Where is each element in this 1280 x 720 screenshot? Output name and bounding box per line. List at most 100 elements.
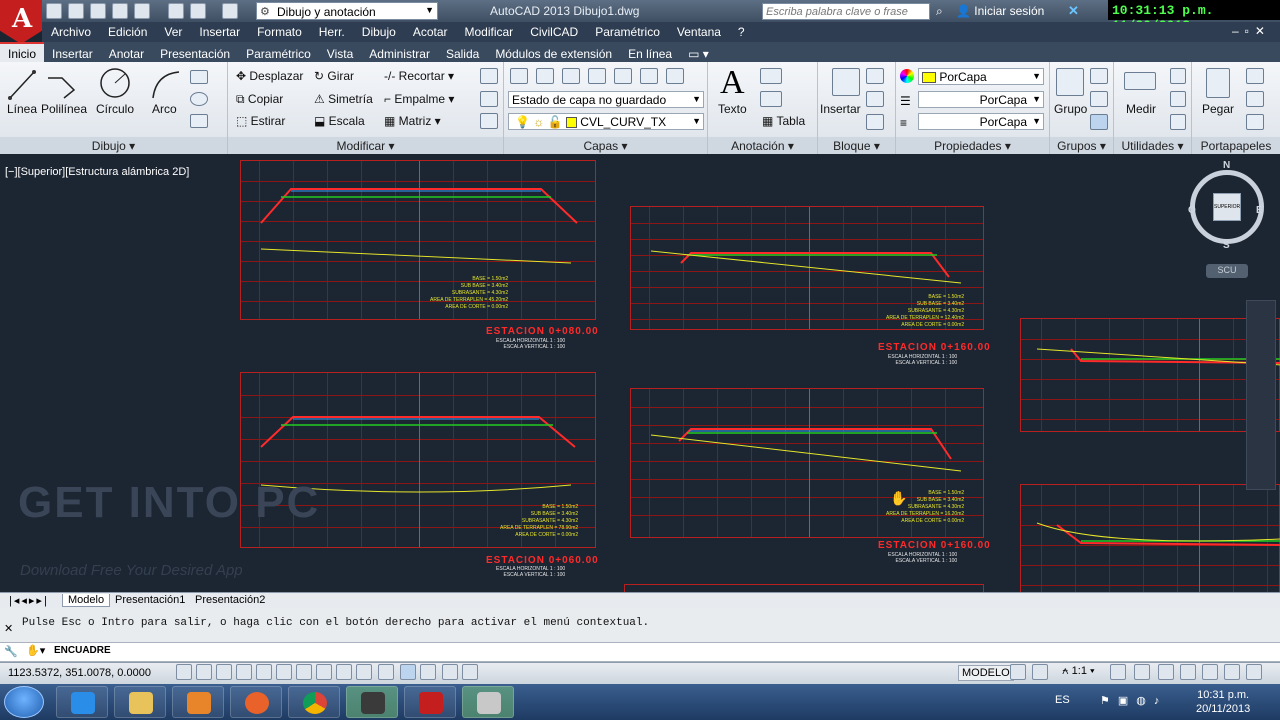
taskbar-clock[interactable]: 10:31 p.m. 20/11/2013 <box>1196 688 1250 716</box>
tab-insertar[interactable]: Insertar <box>44 44 101 64</box>
taskbar-firefox[interactable] <box>230 686 282 718</box>
start-button[interactable] <box>4 686 44 718</box>
infer-constraints-icon[interactable] <box>196 664 212 680</box>
cross-section-grid[interactable] <box>240 160 596 320</box>
wrench-icon[interactable]: 🔧 <box>4 645 18 658</box>
menu-item[interactable]: Paramétrico <box>586 22 668 39</box>
group-label[interactable]: Grupo <box>1054 102 1087 116</box>
annotation-scale[interactable]: ⍲ 1:1 ▾ <box>1062 665 1095 678</box>
ellipse-icon[interactable] <box>190 92 208 106</box>
rotate-button[interactable]: ↻ Girar <box>314 69 354 83</box>
linetype-select[interactable]: PorCapa ▼ <box>918 91 1044 108</box>
layer-iso-icon[interactable] <box>562 68 580 84</box>
erase-icon[interactable] <box>480 68 498 84</box>
circle-icon[interactable] <box>98 66 132 100</box>
undo-icon[interactable] <box>190 3 206 19</box>
tab-modulos[interactable]: Módulos de extensión <box>487 44 620 64</box>
quick-select-icon[interactable] <box>1170 68 1186 84</box>
circle-label[interactable]: Círculo <box>96 102 134 116</box>
edit-block-icon[interactable] <box>866 91 884 107</box>
panel-title-clipboard[interactable]: Portapapeles <box>1192 137 1280 154</box>
annotation-visibility-icon[interactable] <box>1110 664 1126 680</box>
selection-cycling-icon[interactable] <box>442 664 458 680</box>
panel-title-groups[interactable]: Grupos ▾ <box>1050 137 1113 154</box>
viewport-label[interactable]: [−][Superior][Estructura alámbrica 2D] <box>5 166 189 178</box>
tab-modelo[interactable]: Modelo <box>62 594 111 607</box>
panel-title-annotation[interactable]: Anotación ▾ <box>708 137 817 154</box>
layer-off-icon[interactable] <box>588 68 606 84</box>
dynamic-input-icon[interactable] <box>356 664 372 680</box>
tab-anotar[interactable]: Anotar <box>101 44 152 64</box>
menu-item[interactable]: Dibujo <box>353 22 404 39</box>
viewcube-top-face[interactable]: SUPERIOR <box>1213 193 1241 221</box>
signin-button[interactable]: 👤 Iniciar sesión <box>956 4 1044 18</box>
command-line[interactable] <box>0 642 1280 662</box>
save-as-icon[interactable] <box>112 3 128 19</box>
viewcube[interactable]: SUPERIOR <box>1190 170 1264 244</box>
tab-administrar[interactable]: Administrar <box>361 44 438 64</box>
panel-title-block[interactable]: Bloque ▾ <box>818 137 895 154</box>
calculator-icon[interactable] <box>1170 114 1186 130</box>
panel-title-layers[interactable]: Capas ▾ <box>504 137 707 154</box>
close-icon[interactable]: ✕ <box>4 622 13 635</box>
line-label[interactable]: Línea <box>7 102 37 116</box>
model-space-toggle[interactable]: MODELO <box>958 665 1014 681</box>
dynamic-ucs-icon[interactable] <box>336 664 352 680</box>
array-button[interactable]: ▦ Matriz ▾ <box>384 114 441 128</box>
polyline-icon[interactable] <box>46 68 78 100</box>
polyline-label[interactable]: Polilínea <box>41 102 87 116</box>
move-button[interactable]: ✥ Desplazar <box>236 69 303 83</box>
menu-item[interactable]: Ventana <box>668 22 729 39</box>
quick-view-drawings-icon[interactable] <box>1032 664 1048 680</box>
tab-scroll-arrows[interactable]: |◂◂▸▸| <box>4 594 54 607</box>
attribute-icon[interactable] <box>866 114 884 130</box>
search-input[interactable]: Escriba palabra clave o frase <box>762 3 930 20</box>
leader-icon[interactable] <box>760 91 782 107</box>
annotation-monitor-icon[interactable] <box>462 664 478 680</box>
taskbar-explorer[interactable] <box>114 686 166 718</box>
menu-item[interactable]: Herr. <box>310 22 353 39</box>
menu-item[interactable]: Modificar <box>456 22 522 39</box>
line-icon[interactable] <box>8 68 36 100</box>
text-label[interactable]: Texto <box>718 102 747 116</box>
ribbon-toggle-icon[interactable]: ▭ ▾ <box>680 44 717 64</box>
trim-button[interactable]: -/- Recortar ▾ <box>384 69 454 83</box>
workspace-switch-icon[interactable] <box>1158 664 1174 680</box>
command-input[interactable]: ENCUADRE <box>54 645 111 656</box>
tab-salida[interactable]: Salida <box>438 44 487 64</box>
text-icon[interactable]: A <box>720 64 745 102</box>
binoculars-icon[interactable]: ⌕ <box>936 4 943 19</box>
lineweight-toggle-icon[interactable] <box>378 664 394 680</box>
tab-vista[interactable]: Vista <box>319 44 361 64</box>
layer-state-icon[interactable] <box>536 68 554 84</box>
menu-item[interactable]: ? <box>729 22 753 39</box>
create-block-icon[interactable] <box>866 68 884 84</box>
menu-item[interactable]: Edición <box>99 22 155 39</box>
panel-title-draw[interactable]: Dibujo ▾ <box>0 137 227 154</box>
panel-title-modify[interactable]: Modificar ▾ <box>228 137 503 154</box>
tab-presentacion1[interactable]: Presentación1 <box>110 594 190 606</box>
print-icon[interactable] <box>168 3 184 19</box>
paste-label[interactable]: Pegar <box>1202 102 1234 116</box>
redo-icon[interactable] <box>222 3 238 19</box>
insert-label[interactable]: Insertar <box>820 102 861 116</box>
dimension-icon[interactable] <box>760 68 782 84</box>
cross-section-grid[interactable] <box>1020 484 1280 592</box>
autocad-logo-icon[interactable]: A <box>0 0 42 44</box>
navigation-bar[interactable] <box>1246 300 1276 490</box>
group-edit-icon[interactable] <box>1090 91 1108 107</box>
lineweight-icon[interactable]: ≡ <box>900 116 907 130</box>
copy-button[interactable]: ⧉ Copiar <box>236 92 283 107</box>
scale-button[interactable]: ⬓ Escala <box>314 114 365 128</box>
3d-osnap-icon[interactable] <box>296 664 312 680</box>
save-icon[interactable] <box>90 3 106 19</box>
measure-label[interactable]: Medir <box>1126 102 1156 116</box>
copy-clip-icon[interactable] <box>1246 91 1264 107</box>
osnap-tracking-icon[interactable] <box>316 664 332 680</box>
taskbar-recorder[interactable] <box>346 686 398 718</box>
mirror-button[interactable]: ⚠ Simetría <box>314 92 373 106</box>
color-select[interactable]: PorCapa ▼ <box>918 68 1044 85</box>
insert-block-icon[interactable] <box>832 68 860 96</box>
taskbar-autocad[interactable] <box>462 686 514 718</box>
stretch-button[interactable]: ⬚ Estirar <box>236 114 285 128</box>
